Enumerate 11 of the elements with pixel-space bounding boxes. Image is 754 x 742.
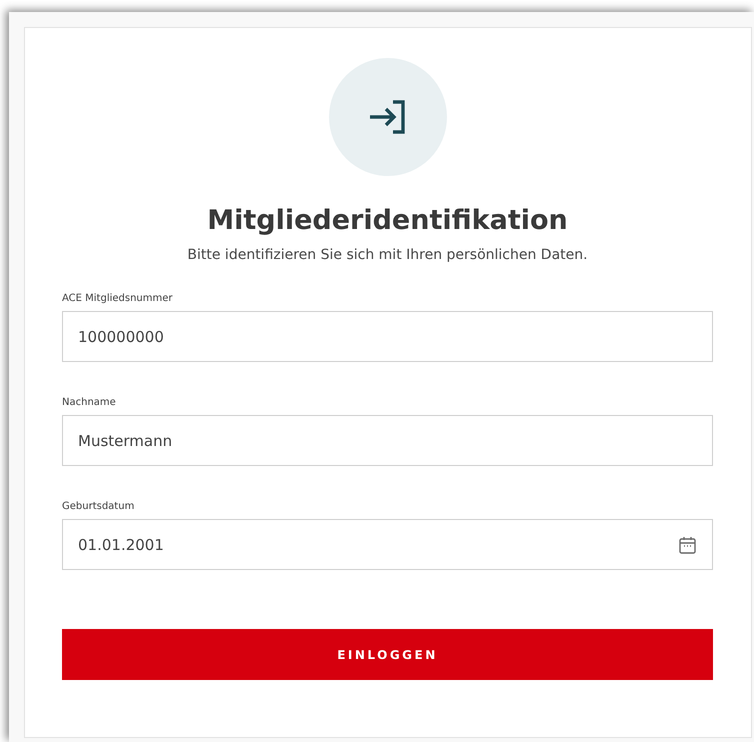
field-label: ACE Mitgliedsnummer bbox=[62, 292, 173, 306]
input-field[interactable]: 01.01.2001 bbox=[62, 519, 713, 570]
calendar-icon[interactable] bbox=[679, 536, 696, 554]
page-subtitle: Bitte identifizieren Sie sich mit Ihren persönlichen Daten. bbox=[187, 246, 588, 265]
input-field[interactable]: Mustermann bbox=[62, 415, 713, 466]
field-label: Geburtsdatum bbox=[62, 500, 134, 514]
sign-in-icon bbox=[368, 100, 406, 134]
page-title: Mitgliederidentifikation bbox=[207, 204, 568, 238]
field-label: Nachname bbox=[62, 396, 116, 410]
login-button[interactable]: EINLOGGEN bbox=[62, 629, 713, 680]
input-field[interactable]: 100000000 bbox=[62, 311, 713, 362]
